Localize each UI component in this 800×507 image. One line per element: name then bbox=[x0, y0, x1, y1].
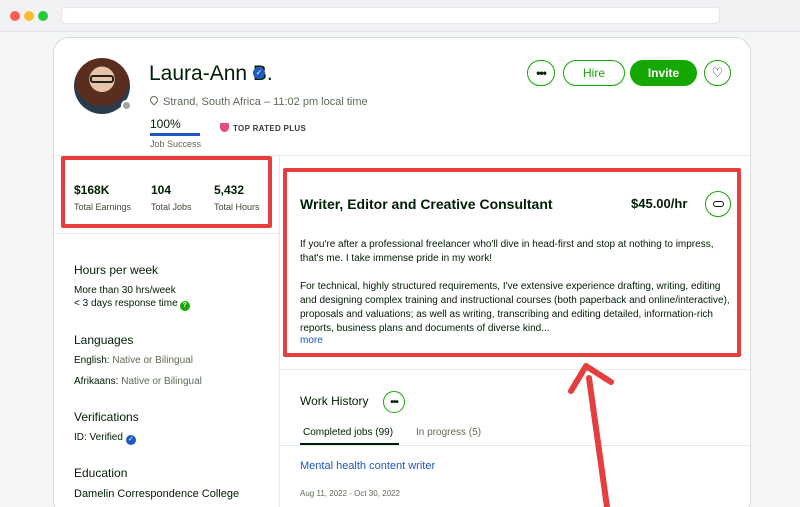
avatar[interactable] bbox=[74, 58, 132, 114]
job-title-link[interactable]: Mental health content writer bbox=[300, 460, 435, 472]
job-success-fill bbox=[150, 133, 200, 136]
close-window-dot[interactable] bbox=[10, 11, 20, 21]
job-success-label: Job Success bbox=[150, 139, 202, 149]
job-dates: Aug 11, 2022 - Oct 30, 2022 bbox=[300, 489, 400, 498]
language-level: Native or Bilingual bbox=[121, 376, 202, 387]
avatar-glasses bbox=[90, 75, 114, 83]
stats-highlight-box bbox=[61, 156, 272, 228]
invite-button[interactable]: Invite bbox=[630, 60, 697, 86]
id-verified-text: ID: Verified bbox=[74, 432, 123, 443]
hire-button[interactable]: Hire bbox=[563, 60, 625, 86]
language-afrikaans: Afrikaans: Native or Bilingual bbox=[74, 376, 202, 387]
browser-chrome bbox=[0, 0, 800, 32]
more-options-button[interactable]: ••• bbox=[527, 60, 555, 86]
id-verified: ID: Verified ✓ bbox=[74, 432, 136, 445]
favorite-button[interactable]: ♡ bbox=[704, 60, 731, 86]
job-success-value: 100% bbox=[150, 117, 181, 131]
help-icon[interactable]: ? bbox=[179, 301, 190, 311]
column-divider bbox=[279, 155, 280, 507]
verified-badge-icon: ✓ bbox=[125, 435, 136, 445]
language-name: English: bbox=[74, 355, 110, 366]
minimize-window-dot[interactable] bbox=[24, 11, 34, 21]
language-level: Native or Bilingual bbox=[112, 355, 193, 366]
top-rated-badge: TOP RATED PLUS bbox=[220, 123, 306, 133]
verifications-title: Verifications bbox=[74, 410, 139, 424]
education-title: Education bbox=[74, 466, 128, 480]
tabs-divider bbox=[280, 445, 750, 446]
response-time-text: < 3 days response time bbox=[74, 298, 178, 309]
badge-text: TOP RATED PLUS bbox=[233, 124, 307, 133]
education-school: Damelin Correspondence College bbox=[74, 488, 240, 500]
address-bar[interactable] bbox=[61, 7, 720, 24]
hours-per-week-title: Hours per week bbox=[74, 263, 159, 277]
stats-divider bbox=[54, 233, 279, 234]
location-text: Strand, South Africa – 11:02 pm local ti… bbox=[163, 96, 368, 108]
language-english: English: Native or Bilingual bbox=[74, 355, 193, 366]
work-history-title: Work History bbox=[300, 394, 369, 408]
badge-icon bbox=[220, 123, 229, 132]
more-dots-icon: ••• bbox=[536, 66, 547, 80]
tab-completed-jobs[interactable]: Completed jobs (99) bbox=[303, 427, 393, 438]
response-time: < 3 days response time? bbox=[74, 298, 190, 311]
language-name: Afrikaans: bbox=[74, 376, 119, 387]
maximize-window-dot[interactable] bbox=[38, 11, 48, 21]
location-pin-icon bbox=[148, 94, 160, 106]
job-success-bar bbox=[150, 133, 200, 136]
tab-in-progress[interactable]: In progress (5) bbox=[416, 427, 481, 438]
overview-highlight-box bbox=[283, 168, 741, 357]
hours-per-week-text: More than 30 hrs/week bbox=[74, 285, 176, 296]
overview-divider bbox=[280, 369, 750, 370]
heart-icon: ♡ bbox=[711, 65, 724, 80]
location-line: Strand, South Africa – 11:02 pm local ti… bbox=[148, 94, 368, 108]
online-status-dot bbox=[121, 100, 132, 111]
languages-title: Languages bbox=[74, 333, 134, 347]
verified-check-icon: ✓ bbox=[253, 67, 265, 79]
work-history-options-button[interactable]: ••• bbox=[383, 391, 405, 413]
